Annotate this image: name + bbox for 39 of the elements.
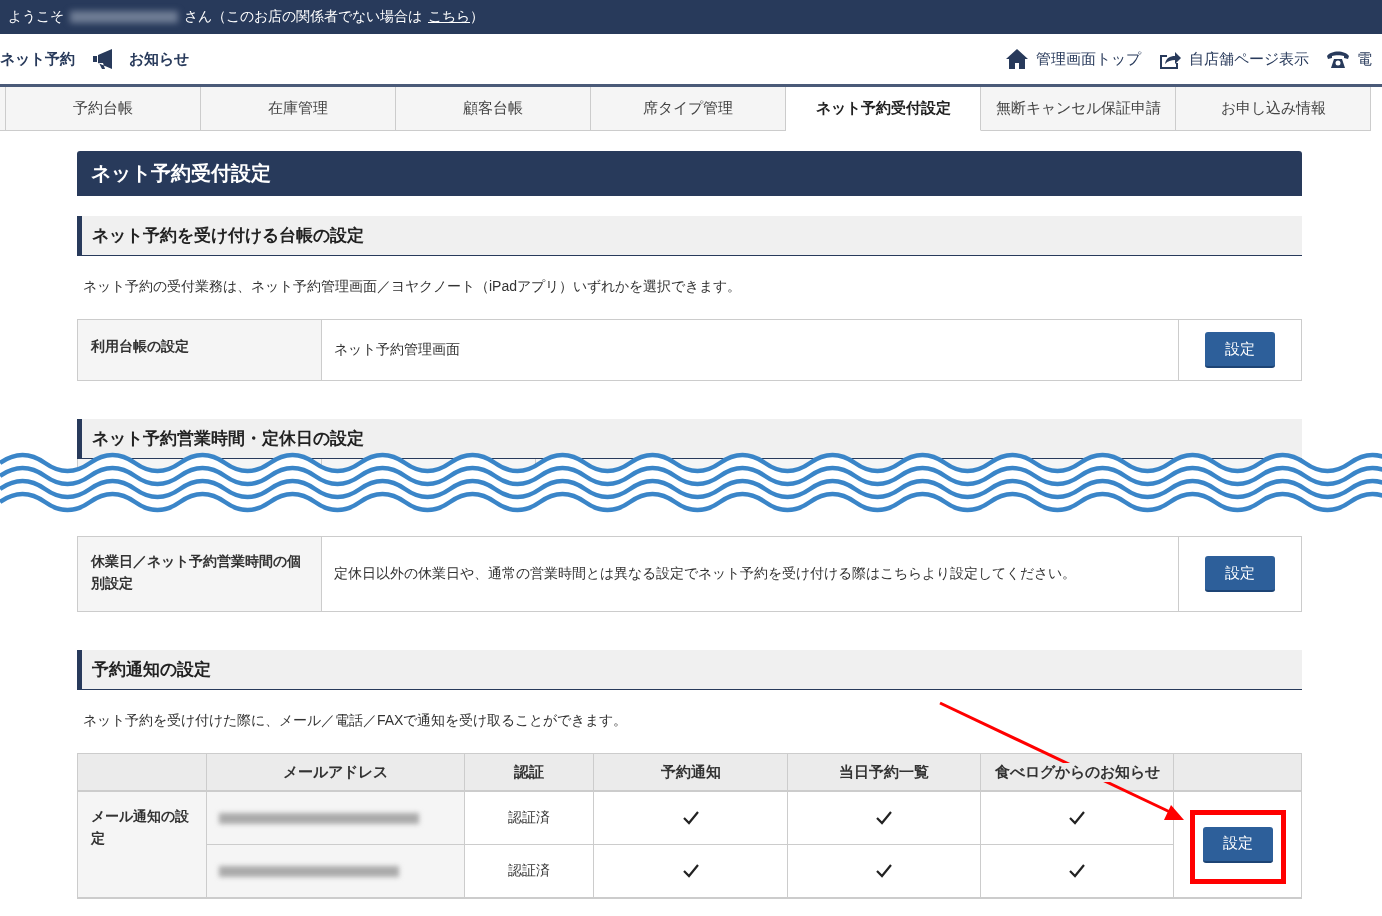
- news-link[interactable]: お知らせ: [129, 49, 189, 69]
- nav-tab[interactable]: 予約台帳: [6, 87, 201, 131]
- settings-button[interactable]: 設定: [1205, 332, 1275, 368]
- nav-tab[interactable]: お申し込み情報: [1176, 87, 1371, 131]
- nav-tab[interactable]: 在庫管理: [201, 87, 396, 131]
- nav-tab[interactable]: 顧客台帳: [396, 87, 591, 131]
- nav-tab[interactable]: 席タイプ管理: [591, 87, 786, 131]
- table-cell: 認証済: [465, 792, 594, 845]
- column-header: 当日予約一覧: [788, 754, 981, 792]
- section-heading: ネット予約を受け付ける台帳の設定: [77, 216, 1302, 256]
- settings-button[interactable]: 設定: [1205, 556, 1275, 592]
- section-description: ネット予約を受け付けた際に、メール／電話／FAXで通知を受け取ることができます。: [82, 711, 629, 730]
- row-label: 利用台帳の設定: [78, 320, 322, 380]
- table-cell: 認証済: [465, 845, 594, 898]
- row-label: メール通知の設定: [78, 792, 207, 898]
- section-description: ネット予約の受付業務は、ネット予約管理画面／ヨヤクノート（iPadアプリ）いずれかを選択できます。: [82, 277, 743, 296]
- row-value: 定休日以外の休業日や、通常の営業時間とは異なる設定でネット予約を受け付ける際はこちらより設定してください。: [322, 537, 1179, 611]
- welcome-text: ）: [470, 8, 484, 26]
- row-label: 休業日／ネット予約営業時間の個別設定: [78, 537, 322, 611]
- header-link[interactable]: 電: [1357, 49, 1372, 69]
- column-header: 認証: [465, 754, 594, 792]
- nav-tab[interactable]: 無断キャンセル保証申請: [981, 87, 1176, 131]
- row-value: ネット予約管理画面: [322, 320, 1179, 380]
- column-header: 予約通知: [594, 754, 788, 792]
- service-name[interactable]: ネット予約: [0, 49, 75, 69]
- section-heading: 予約通知の設定: [77, 650, 1302, 690]
- here-link[interactable]: こちら: [428, 8, 470, 26]
- section-heading: ネット予約営業時間・定休日の設定: [77, 419, 1302, 459]
- header-link[interactable]: 管理画面トップ: [1036, 49, 1141, 69]
- header-link[interactable]: 自店舗ページ表示: [1189, 49, 1309, 69]
- column-header: 食べログからのお知らせ: [981, 754, 1174, 792]
- page-title: ネット予約受付設定: [77, 151, 1302, 196]
- share-icon: [1159, 49, 1181, 69]
- phone-icon: [1327, 50, 1349, 68]
- welcome-text: ようこそ: [8, 8, 64, 26]
- welcome-text: さん（このお店の関係者でない場合は: [184, 8, 422, 26]
- home-icon: [1006, 49, 1028, 69]
- settings-button[interactable]: 設定: [1203, 826, 1273, 863]
- column-header: メールアドレス: [207, 754, 465, 792]
